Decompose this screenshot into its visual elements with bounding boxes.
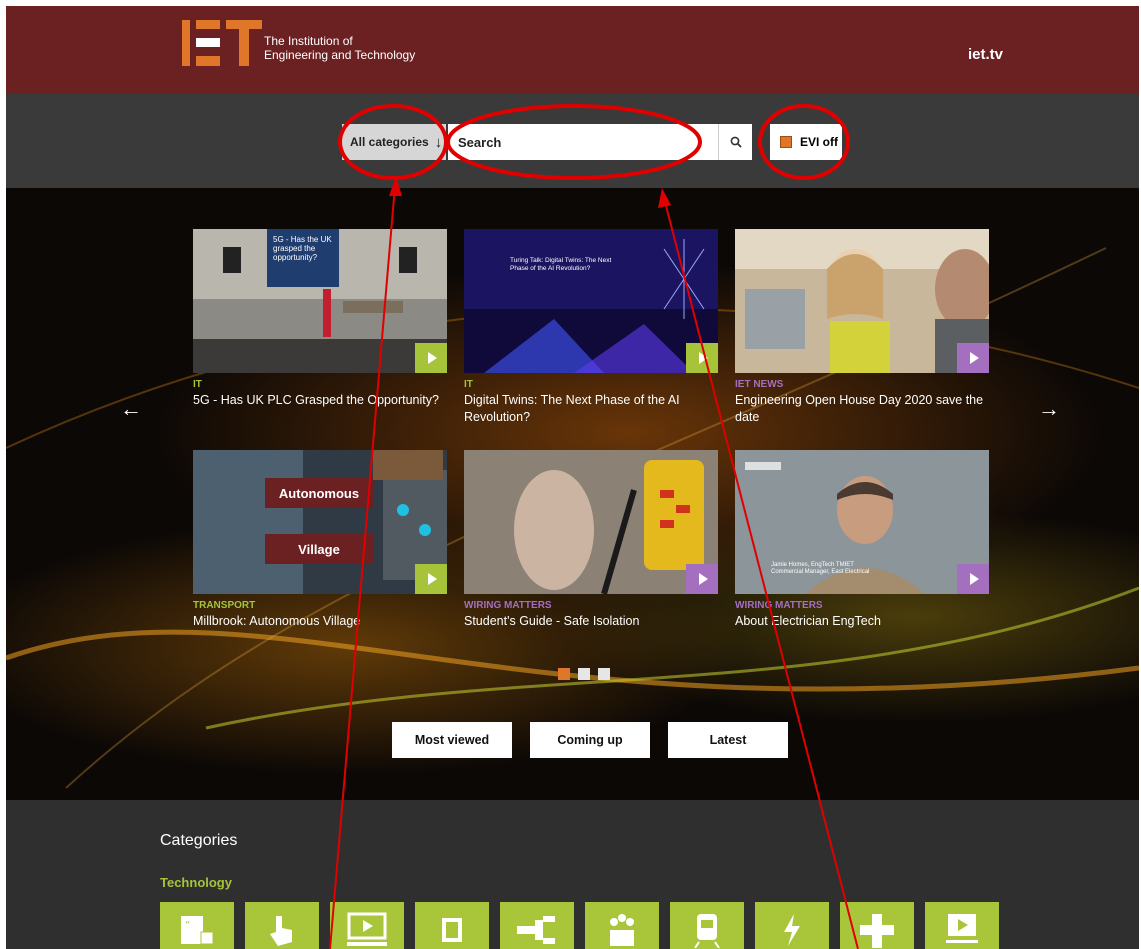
logo-text: The Institution of Engineering and Techn… <box>264 34 415 62</box>
video-category: WIRING MATTERS <box>735 600 823 611</box>
page-frame: The Institution of Engineering and Techn… <box>6 6 1139 949</box>
filter-tabs: Most viewed Coming up Latest <box>392 722 788 758</box>
quote-board-icon: “ <box>181 916 214 945</box>
category-tile-7[interactable] <box>670 902 744 949</box>
thumbnail-overlay-text: Village <box>265 534 373 564</box>
pagination-dot-3[interactable] <box>598 668 610 680</box>
plus-icon <box>860 914 894 948</box>
video-card[interactable]: Autonomous Village TRANSPORT Millbrook: … <box>193 450 447 630</box>
video-category: TRANSPORT <box>193 600 256 611</box>
technology-heading: Technology <box>160 875 232 890</box>
category-icon-row: “ <box>160 902 999 949</box>
category-dropdown-label: All categories <box>350 135 429 149</box>
thumbnail-image <box>735 229 989 373</box>
evi-checkbox-icon <box>780 136 792 148</box>
video-card[interactable]: WIRING MATTERS Student's Guide - Safe Is… <box>464 450 718 630</box>
video-card[interactable]: Turing Talk: Digital Twins: The Next Pha… <box>464 229 718 426</box>
categories-heading: Categories <box>160 832 238 849</box>
play-icon[interactable] <box>686 343 718 373</box>
video-title[interactable]: Digital Twins: The Next Phase of the AI … <box>464 392 718 426</box>
category-tile-6[interactable] <box>585 902 659 949</box>
video-category: IET NEWS <box>735 379 784 390</box>
video-category: IT <box>193 379 202 390</box>
carousel-next-arrow[interactable]: → <box>1038 396 1060 422</box>
category-tile-9[interactable] <box>840 902 914 949</box>
iet-tv-link[interactable]: iet.tv <box>968 46 1003 63</box>
video-card[interactable]: IET NEWS Engineering Open House Day 2020… <box>735 229 989 426</box>
category-dropdown[interactable]: All categories ↓ <box>342 124 446 160</box>
site-header: The Institution of Engineering and Techn… <box>6 6 1139 94</box>
category-tile-5[interactable] <box>500 902 574 949</box>
video-title[interactable]: About Electrician EngTech <box>735 613 989 630</box>
coming-up-button[interactable]: Coming up <box>530 722 650 758</box>
thumbnail-image <box>193 450 447 594</box>
thumbnail-caption: Jamie Homes, EngTech TMIET Commercial Ma… <box>771 562 869 576</box>
thumbnail-image <box>464 229 718 373</box>
presentation-icon <box>946 914 978 943</box>
category-tile-8[interactable] <box>755 902 829 949</box>
evi-toggle[interactable]: EVI off <box>770 124 842 160</box>
evi-label: EVI off <box>800 135 838 149</box>
category-tile-10[interactable] <box>925 902 999 949</box>
video-thumbnail[interactable]: 5G - Has the UK grasped the opportunity? <box>193 229 447 373</box>
search-icon <box>730 136 742 148</box>
category-tile-2[interactable] <box>245 902 319 949</box>
train-icon <box>694 914 720 948</box>
video-category: IT <box>464 379 473 390</box>
category-tile-3[interactable] <box>330 902 404 949</box>
video-thumbnail[interactable] <box>735 229 989 373</box>
video-thumbnail[interactable]: Turing Talk: Digital Twins: The Next Pha… <box>464 229 718 373</box>
featured-carousel: ← → 5G - Has the UK grasped the opportun… <box>6 188 1139 800</box>
play-icon[interactable] <box>957 343 989 373</box>
video-card[interactable]: Jamie Homes, EngTech TMIET Commercial Ma… <box>735 450 989 630</box>
chip-icon <box>442 918 462 942</box>
iet-logo[interactable] <box>182 20 262 66</box>
carousel-pagination <box>558 668 610 680</box>
pagination-dot-1[interactable] <box>558 668 570 680</box>
categories-section: Categories Technology “ <box>6 800 1139 949</box>
caption-name: Jamie Homes, EngTech TMIET <box>771 562 854 568</box>
category-tile-1[interactable]: “ <box>160 902 234 949</box>
latest-button[interactable]: Latest <box>668 722 788 758</box>
search-button[interactable] <box>718 124 752 160</box>
thumbnail-overlay-text: Turing Talk: Digital Twins: The Next Pha… <box>510 257 612 272</box>
play-icon[interactable] <box>415 564 447 594</box>
thumbnail-overlay-text: Autonomous <box>265 478 373 508</box>
most-viewed-button[interactable]: Most viewed <box>392 722 512 758</box>
video-thumbnail[interactable] <box>464 450 718 594</box>
play-icon[interactable] <box>415 343 447 373</box>
touch-hand-icon <box>270 916 292 946</box>
carousel-prev-arrow[interactable]: ← <box>120 396 142 422</box>
video-title[interactable]: Millbrook: Autonomous Village <box>193 613 447 630</box>
video-thumbnail[interactable]: Jamie Homes, EngTech TMIET Commercial Ma… <box>735 450 989 594</box>
arrow-down-icon: ↓ <box>434 133 443 151</box>
svg-text:“: “ <box>185 920 190 931</box>
cable-connector-icon <box>517 916 555 944</box>
logo-text-line2: Engineering and Technology <box>264 48 416 62</box>
video-title[interactable]: Engineering Open House Day 2020 save the… <box>735 392 989 426</box>
caption-role: Commercial Manager, East Electrical <box>771 569 870 575</box>
play-icon[interactable] <box>686 564 718 594</box>
search-bar: All categories ↓ EVI off <box>6 94 1139 188</box>
video-title[interactable]: Student's Guide - Safe Isolation <box>464 613 718 630</box>
video-category: WIRING MATTERS <box>464 600 552 611</box>
video-thumbnail[interactable]: Autonomous Village <box>193 450 447 594</box>
thumbnail-image <box>464 450 718 594</box>
logo-text-line1: The Institution of <box>264 34 353 48</box>
group-icon <box>610 914 634 946</box>
video-title[interactable]: 5G - Has UK PLC Grasped the Opportunity? <box>193 392 447 409</box>
pagination-dot-2[interactable] <box>578 668 590 680</box>
thumbnail-overlay-text: 5G - Has the UK grasped the opportunity? <box>273 235 332 262</box>
category-tile-4[interactable] <box>415 902 489 949</box>
video-card[interactable]: 5G - Has the UK grasped the opportunity?… <box>193 229 447 409</box>
search-input[interactable] <box>448 124 718 160</box>
lightning-icon <box>784 914 800 946</box>
play-icon[interactable] <box>957 564 989 594</box>
video-screen-icon <box>347 912 387 946</box>
